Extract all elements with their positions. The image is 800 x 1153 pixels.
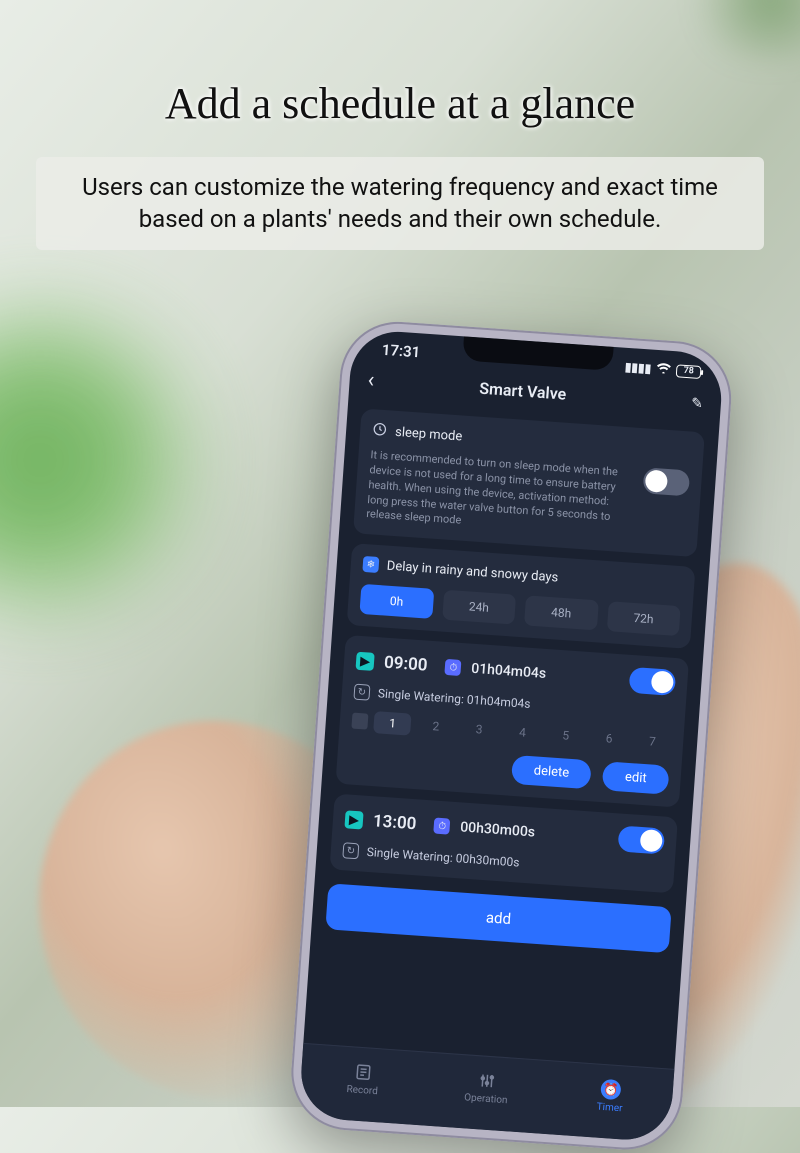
tab-label: Timer [596,1101,623,1114]
edit-button[interactable]: edit [602,761,670,795]
duration-icon: ⏱ [434,818,451,835]
schedule-toggle[interactable] [617,826,665,855]
clock-icon [372,421,388,441]
delay-option-24h[interactable]: 24h [442,590,516,625]
schedule-card: ▶ 13:00 ⏱ 00h30m00s ↻ Single Watering: 0… [329,794,677,894]
calendar-icon [351,713,368,730]
sleep-mode-label: sleep mode [395,425,463,445]
schedule-card: ▶ 09:00 ⏱ 01h04m04s ↻ Single Watering: 0… [335,635,689,808]
edit-icon[interactable]: ✎ [691,395,704,412]
add-button[interactable]: add [325,884,671,954]
play-icon: ▶ [355,652,374,671]
day-5[interactable]: 5 [546,723,585,748]
timer-icon: ⏰ [600,1078,621,1099]
repeat-icon: ↻ [353,684,370,701]
delay-card: ❄ Delay in rainy and snowy days 0h 24h 4… [347,543,696,649]
day-1[interactable]: 1 [373,711,412,736]
sleep-mode-toggle[interactable] [643,467,691,496]
tab-label: Record [346,1084,378,1097]
play-icon: ▶ [344,811,363,830]
snowflake-icon: ❄ [362,556,379,573]
schedule-time: 13:00 [372,811,417,834]
schedule-toggle[interactable] [629,667,677,696]
delay-option-0h[interactable]: 0h [359,584,433,619]
tab-label: Operation [464,1092,508,1106]
schedule-mode-label: Single Watering: 00h30m00s [366,845,520,870]
schedule-mode-label: Single Watering: 01h04m04s [377,687,531,712]
day-2[interactable]: 2 [416,714,455,739]
sleep-mode-description: It is recommended to turn on sleep mode … [366,448,633,540]
tab-operation[interactable]: Operation [423,1053,551,1123]
tab-record[interactable]: Record [299,1044,427,1114]
duration-icon: ⏱ [445,659,462,676]
tab-bar: Record Operation ⏰ Timer [298,1043,674,1143]
phone-frame: 17:31 ▮▮▮▮ 78 ‹ Smart Valve ✎ [287,318,735,1153]
day-4[interactable]: 4 [503,720,542,745]
operation-icon [476,1070,497,1091]
battery-icon: 78 [676,364,702,379]
decorative-leaf-blur [0,280,200,640]
status-time: 17:31 [381,341,421,362]
wifi-icon [656,362,672,377]
day-3[interactable]: 3 [460,717,499,742]
day-7[interactable]: 7 [633,729,672,754]
delay-title: Delay in rainy and snowy days [386,558,559,585]
delay-option-48h[interactable]: 48h [524,596,598,631]
delete-button[interactable]: delete [511,755,592,789]
tab-timer[interactable]: ⏰ Timer [546,1061,674,1131]
day-6[interactable]: 6 [590,726,629,751]
schedule-duration: 00h30m00s [460,820,536,841]
repeat-icon: ↻ [342,842,359,859]
schedule-duration: 01h04m04s [471,661,547,682]
record-icon [353,1061,374,1082]
delay-option-72h[interactable]: 72h [606,601,680,636]
app-screen: 17:31 ▮▮▮▮ 78 ‹ Smart Valve ✎ [298,329,724,1143]
sleep-mode-card: sleep mode It is recommended to turn on … [353,408,705,557]
promo-subtext: Users can customize the watering frequen… [36,157,764,250]
signal-icon: ▮▮▮▮ [624,360,651,376]
schedule-time: 09:00 [383,653,428,676]
promo-headline: Add a schedule at a glance [0,0,800,129]
